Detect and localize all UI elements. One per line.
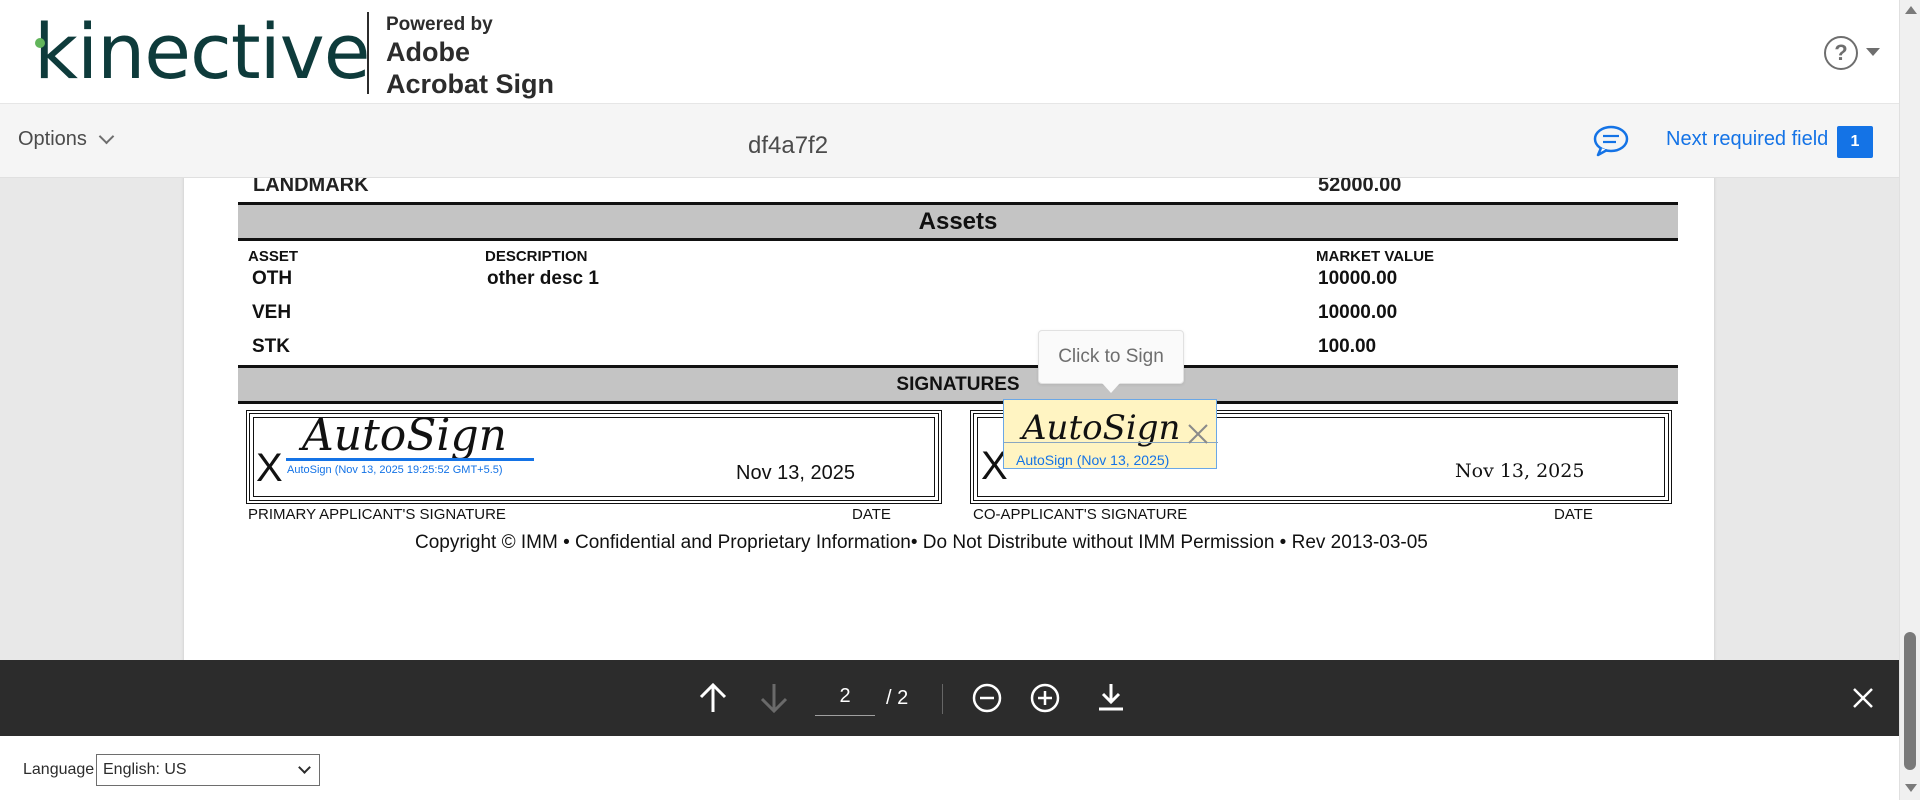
arrow-up-icon[interactable] bbox=[696, 678, 730, 718]
primary-x-mark: X bbox=[256, 446, 283, 490]
asset-cell: STK bbox=[252, 336, 290, 357]
navbar-separator bbox=[942, 684, 943, 714]
language-label: Language bbox=[23, 761, 95, 778]
powered-acrobat-sign-text: Acrobat Sign bbox=[386, 69, 555, 99]
primary-date-label: DATE bbox=[852, 506, 891, 523]
kinective-logo: kinective bbox=[34, 7, 370, 96]
powered-by-adobe: Powered by Adobe Acrobat Sign bbox=[386, 14, 554, 100]
signatures-heading: SIGNATURES bbox=[238, 368, 1678, 402]
column-header-description: DESCRIPTION bbox=[485, 248, 588, 265]
primary-signature: AutoSign bbox=[302, 410, 508, 461]
document-page: LANDMARK 52000.00 Assets ASSET DESCRIPTI… bbox=[184, 178, 1714, 660]
landmark-label: LANDMARK bbox=[253, 178, 369, 196]
options-menu-button[interactable]: Options bbox=[18, 128, 115, 151]
tooltip-arrow bbox=[1102, 383, 1120, 393]
co-applicant-signature-meta: AutoSign (Nov 13, 2025) bbox=[1016, 452, 1170, 468]
footer: Language English: US bbox=[0, 736, 1899, 800]
zoom-in-icon[interactable] bbox=[1028, 678, 1062, 718]
clear-signature-close-icon[interactable] bbox=[1186, 422, 1210, 446]
current-page-input[interactable] bbox=[815, 678, 875, 716]
column-header-asset: ASSET bbox=[248, 248, 299, 265]
asset-cell: VEH bbox=[252, 302, 292, 323]
document-viewport[interactable]: LANDMARK 52000.00 Assets ASSET DESCRIPTI… bbox=[0, 178, 1899, 660]
arrow-down-icon[interactable] bbox=[757, 678, 791, 718]
download-icon[interactable] bbox=[1094, 678, 1128, 718]
co-applicant-signature-label: CO-APPLICANT'S SIGNATURE bbox=[973, 506, 1188, 523]
click-to-sign-tooltip: Click to Sign bbox=[1038, 330, 1184, 384]
value-cell: 10000.00 bbox=[1318, 268, 1398, 289]
value-cell: 10000.00 bbox=[1318, 302, 1398, 323]
scrollbar-thumb[interactable] bbox=[1904, 632, 1916, 770]
column-header-market-value: MARKET VALUE bbox=[1316, 248, 1435, 265]
scroll-up-arrow-icon[interactable] bbox=[1905, 6, 1917, 14]
required-field-count-badge[interactable]: 1 bbox=[1837, 126, 1873, 158]
options-label: Options bbox=[18, 128, 87, 150]
co-applicant-sign-field[interactable]: AutoSign AutoSign (Nov 13, 2025) bbox=[1003, 399, 1218, 469]
help-icon[interactable]: ? bbox=[1824, 36, 1858, 70]
app-header: kinective Powered by Adobe Acrobat Sign … bbox=[0, 0, 1899, 104]
close-icon[interactable] bbox=[1847, 678, 1879, 718]
chevron-down-icon bbox=[98, 128, 115, 145]
asset-cell: OTH bbox=[252, 268, 293, 289]
co-applicant-signature-date: Nov 13, 2025 bbox=[1455, 460, 1585, 482]
copyright-notice: Copyright © IMM • Confidential and Propr… bbox=[415, 532, 1428, 553]
next-required-field-button[interactable]: Next required field bbox=[1666, 128, 1828, 151]
description-cell: other desc 1 bbox=[487, 268, 599, 289]
table-rule bbox=[238, 401, 1678, 404]
page-navigation-bar: / 2 bbox=[0, 660, 1899, 736]
primary-signature-meta: AutoSign (Nov 13, 2025 19:25:52 GMT+5.5) bbox=[287, 464, 503, 476]
document-title: df4a7f2 bbox=[748, 132, 829, 159]
primary-signature-label: PRIMARY APPLICANT'S SIGNATURE bbox=[248, 506, 506, 523]
speech-bubble-icon[interactable] bbox=[1592, 124, 1630, 158]
assets-heading: Assets bbox=[238, 205, 1678, 238]
landmark-value: 52000.00 bbox=[1318, 178, 1402, 196]
language-select[interactable]: English: US bbox=[96, 754, 320, 786]
co-applicant-date-label: DATE bbox=[1554, 506, 1593, 523]
total-pages: / 2 bbox=[886, 687, 909, 709]
scroll-down-arrow-icon[interactable] bbox=[1905, 784, 1917, 792]
table-rule bbox=[238, 238, 1678, 241]
primary-signature-line bbox=[286, 458, 534, 461]
page-scrollbar[interactable] bbox=[1899, 0, 1920, 800]
powered-by-text: Powered by bbox=[386, 14, 493, 35]
primary-signature-date: Nov 13, 2025 bbox=[736, 462, 855, 484]
powered-adobe-text: Adobe bbox=[386, 37, 470, 67]
header-divider bbox=[367, 12, 369, 94]
help-dropdown-caret-icon[interactable] bbox=[1866, 48, 1880, 56]
zoom-out-icon[interactable] bbox=[970, 678, 1004, 718]
value-cell: 100.00 bbox=[1318, 336, 1377, 357]
logo-dot bbox=[35, 38, 45, 48]
